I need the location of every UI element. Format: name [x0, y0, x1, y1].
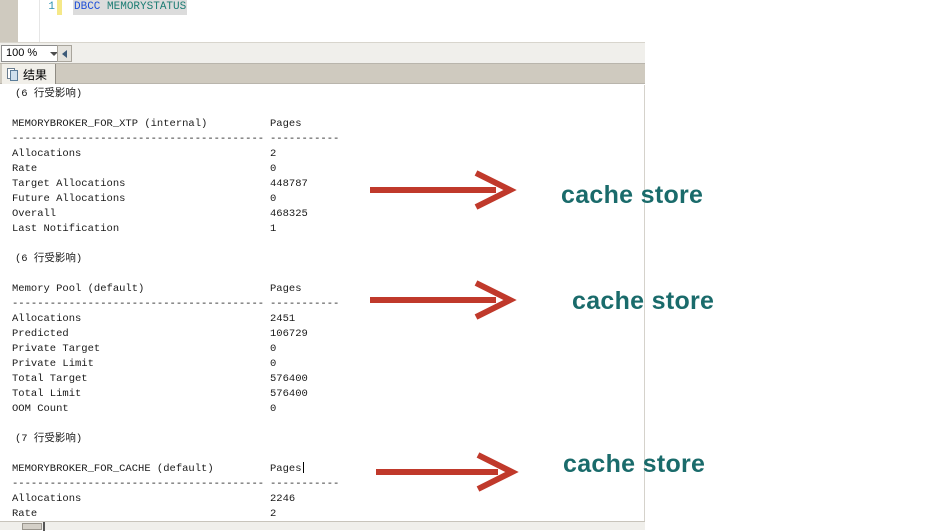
rows-affected-text: (6 行受影响): [15, 88, 83, 100]
separator-dashes-label: ----------------------------------------: [12, 298, 265, 310]
rows-affected-text: (7 行受影响): [15, 433, 83, 445]
result-row-value: 2246: [270, 493, 296, 505]
result-row-label: Total Target: [12, 373, 88, 385]
results-output-pane[interactable]: (6 行受影响) MEMORYBROKER_FOR_XTP (internal) P…: [0, 85, 645, 522]
result-row-label: Rate: [12, 508, 38, 520]
sql-statement[interactable]: DBCC MEMORYSTATUS: [73, 0, 188, 15]
results-tabstrip: 结果: [0, 64, 645, 84]
result-row-value: 0: [270, 193, 277, 205]
result-row-label: Rate: [12, 163, 38, 175]
change-bar: [57, 0, 62, 15]
editor-zoom-bar: 100 %: [0, 42, 645, 64]
result-row-value: 106729: [270, 328, 308, 340]
result-row-label: Predicted: [12, 328, 69, 340]
result-row-label: Overall: [12, 208, 57, 220]
text-caret: [302, 462, 304, 473]
zoom-level-dropdown[interactable]: 100 %: [1, 45, 63, 62]
code-line-1[interactable]: 1 DBCC MEMORYSTATUS: [40, 0, 645, 15]
result-row-value: 0: [270, 343, 277, 355]
result-row-value: 2: [270, 508, 277, 520]
result-row-value: 0: [270, 403, 277, 415]
scrollbar-thumb[interactable]: [22, 523, 42, 530]
result-block-name: MEMORYBROKER_FOR_XTP (internal): [12, 118, 208, 130]
result-row-label: Private Limit: [12, 358, 94, 370]
results-horizontal-scrollbar[interactable]: [0, 521, 645, 531]
result-row-label: Allocations: [12, 313, 82, 325]
rows-affected-text: (6 行受影响): [15, 253, 83, 265]
separator-dashes-label: ----------------------------------------: [12, 133, 265, 145]
splitter-button[interactable]: [57, 45, 72, 62]
result-row-label: Last Notification: [12, 223, 120, 235]
result-row-value: 468325: [270, 208, 308, 220]
result-row-value: 448787: [270, 178, 308, 190]
zoom-level-value: 100 %: [6, 47, 38, 59]
result-row-value: 2: [270, 148, 277, 160]
result-row-label: OOM Count: [12, 403, 69, 415]
line-number: 1: [48, 1, 55, 13]
sql-editor-pane[interactable]: 1 DBCC MEMORYSTATUS: [0, 0, 645, 42]
result-row-label: Allocations: [12, 493, 82, 505]
result-block-value-header: Pages: [270, 118, 302, 130]
result-block-name: MEMORYBROKER_FOR_CACHE (default): [12, 463, 214, 475]
separator-dashes-value: -----------: [270, 298, 340, 310]
result-row-value: 576400: [270, 388, 308, 400]
result-block-value-header: Pages: [270, 283, 302, 295]
result-block-value-header: Pages: [270, 462, 304, 475]
result-row-label: Allocations: [12, 148, 82, 160]
result-row-label: Total Limit: [12, 388, 82, 400]
tab-results[interactable]: 结果: [2, 64, 57, 84]
triangle-left-icon: [62, 50, 67, 58]
result-row-label: Private Target: [12, 343, 101, 355]
result-row-value: 2451: [270, 313, 296, 325]
separator-dashes-label: ----------------------------------------: [12, 478, 265, 490]
result-row-value: 1: [270, 223, 277, 235]
separator-dashes-value: -----------: [270, 478, 340, 490]
tab-results-label: 结果: [23, 67, 48, 82]
result-row-label: Future Allocations: [12, 193, 126, 205]
result-row-value: 576400: [270, 373, 308, 385]
result-row-label: Target Allocations: [12, 178, 126, 190]
sql-keyword: DBCC: [74, 1, 101, 13]
result-row-value: 0: [270, 163, 277, 175]
editor-indicator-strip: [18, 0, 40, 42]
result-row-value: 0: [270, 358, 277, 370]
results-grid-icon: [6, 67, 19, 81]
result-block-name: Memory Pool (default): [12, 283, 145, 295]
separator-dashes-value: -----------: [270, 133, 340, 145]
editor-left-margin: [0, 0, 18, 42]
editor-code-area[interactable]: 1 DBCC MEMORYSTATUS: [40, 0, 645, 42]
sql-command: MEMORYSTATUS: [107, 1, 187, 13]
